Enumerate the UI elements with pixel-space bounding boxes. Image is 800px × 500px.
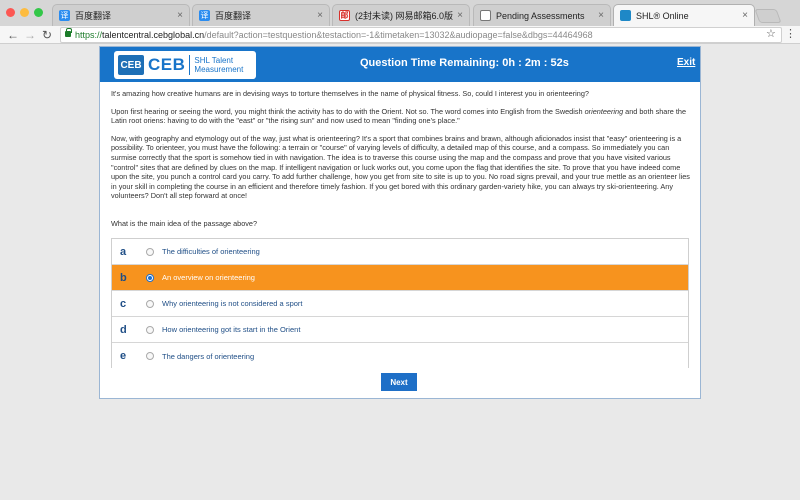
option-letter: b xyxy=(120,271,127,284)
reload-icon[interactable]: ↻ xyxy=(40,27,54,43)
passage-emphasis: orienteering xyxy=(584,106,624,116)
tab-title: 百度翻译 xyxy=(215,11,252,21)
option-letter: a xyxy=(120,245,127,258)
logo-ceb-text: CEB xyxy=(148,55,186,74)
tab-close-icon[interactable]: × xyxy=(457,10,463,21)
logo-shl-line2: Measurement xyxy=(194,65,244,74)
tab-title: 百度翻译 xyxy=(75,11,112,21)
window-minimize-button[interactable] xyxy=(20,8,29,17)
browser-tab[interactable]: 译 百度翻译 × xyxy=(52,4,190,26)
answer-option-e[interactable]: e The dangers of orienteering xyxy=(112,343,688,369)
address-bar[interactable]: https://talentcentral.cebglobal.cn/defau… xyxy=(60,27,782,43)
window-zoom-button[interactable] xyxy=(34,8,43,17)
radio-button-selected[interactable] xyxy=(146,273,154,282)
assessment-panel: CEB CEB SHL Talent Measurement Question … xyxy=(99,46,701,399)
bookmark-star-icon[interactable]: ☆ xyxy=(766,27,776,40)
exit-link[interactable]: Exit xyxy=(677,57,695,68)
browser-tab-strip: 译 百度翻译 × 译 百度翻译 × 邮 (2封未读) 网易邮箱6.0版 × Pe… xyxy=(0,0,800,26)
passage-paragraph-2: Upon first hearing or seeing the word, y… xyxy=(111,107,691,126)
url-host: talentcentral.cebglobal.cn xyxy=(102,30,205,40)
reading-passage: It's amazing how creative humans are in … xyxy=(111,89,691,209)
forward-arrow-icon[interactable]: → xyxy=(23,27,37,43)
option-letter: e xyxy=(120,350,127,362)
new-tab-button[interactable] xyxy=(754,9,782,23)
radio-button[interactable] xyxy=(146,325,154,334)
assessment-header: CEB CEB SHL Talent Measurement Question … xyxy=(100,47,700,82)
browser-toolbar: ← → ↻ https://talentcentral.cebglobal.cn… xyxy=(0,26,800,44)
ceb-logo-mark-icon: CEB xyxy=(118,55,144,75)
document-icon xyxy=(480,10,491,21)
option-text: Why orienteering is not considered a spo… xyxy=(162,299,303,308)
passage-paragraph-3: Now, with geography and etymology out of… xyxy=(111,133,690,201)
radio-button[interactable] xyxy=(146,352,154,360)
ceb-shl-logo: CEB CEB SHL Talent Measurement xyxy=(114,51,256,79)
answer-option-c[interactable]: c Why orienteering is not considered a s… xyxy=(112,291,688,317)
browser-tab[interactable]: Pending Assessments × xyxy=(473,4,611,26)
tab-close-icon[interactable]: × xyxy=(317,10,323,21)
answer-option-d[interactable]: d How orienteering got its start in the … xyxy=(112,317,688,343)
passage-paragraph-1: It's amazing how creative humans are in … xyxy=(111,89,589,98)
answer-option-a[interactable]: a The difficulties of orienteering xyxy=(112,239,688,265)
back-arrow-icon[interactable]: ← xyxy=(6,27,20,43)
question-text: What is the main idea of the passage abo… xyxy=(111,219,258,228)
answer-option-b[interactable]: b An overview on orienteering xyxy=(112,265,688,291)
url-path: /default?action=testquestion&testaction=… xyxy=(204,30,593,40)
tab-title: Pending Assessments xyxy=(496,10,585,21)
netease-mail-icon: 邮 xyxy=(339,10,350,21)
tab-close-icon[interactable]: × xyxy=(742,10,748,21)
logo-shl-text: SHL Talent Measurement xyxy=(194,56,243,74)
option-letter: c xyxy=(120,297,127,310)
page-content: CEB CEB SHL Talent Measurement Question … xyxy=(0,44,800,500)
browser-tab[interactable]: 邮 (2封未读) 网易邮箱6.0版 × xyxy=(332,4,470,26)
logo-divider xyxy=(189,55,191,75)
question-timer: Question Time Remaining: 0h : 2m : 52s xyxy=(360,57,569,69)
passage-text: Upon first hearing or seeing the word, y… xyxy=(111,106,585,116)
next-button[interactable]: Next xyxy=(381,373,417,391)
browser-tab[interactable]: 译 百度翻译 × xyxy=(192,4,330,26)
option-letter: d xyxy=(120,323,127,336)
option-text: An overview on orienteering xyxy=(162,273,255,282)
url-scheme: https:// xyxy=(75,30,103,40)
logo-shl-line1: SHL Talent xyxy=(194,56,234,65)
tab-close-icon[interactable]: × xyxy=(177,10,183,21)
answer-options: a The difficulties of orienteering b An … xyxy=(111,238,689,369)
window-close-button[interactable] xyxy=(6,8,15,17)
option-text: The difficulties of orienteering xyxy=(162,247,260,256)
lock-icon xyxy=(65,28,72,37)
tab-close-icon[interactable]: × xyxy=(598,10,604,21)
shl-icon xyxy=(620,10,631,21)
baidu-translate-icon: 译 xyxy=(59,10,70,21)
tab-title: (2封未读) 网易邮箱6.0版 xyxy=(355,11,454,21)
browser-menu-icon[interactable]: ⋮ xyxy=(785,27,796,40)
browser-tab-active[interactable]: SHL® Online × xyxy=(613,4,755,26)
baidu-translate-icon: 译 xyxy=(199,10,210,21)
option-text: How orienteering got its start in the Or… xyxy=(162,325,301,334)
radio-button[interactable] xyxy=(146,299,154,308)
option-text: The dangers of orienteering xyxy=(162,351,255,361)
tab-title: SHL® Online xyxy=(636,10,689,21)
radio-button[interactable] xyxy=(146,247,154,256)
